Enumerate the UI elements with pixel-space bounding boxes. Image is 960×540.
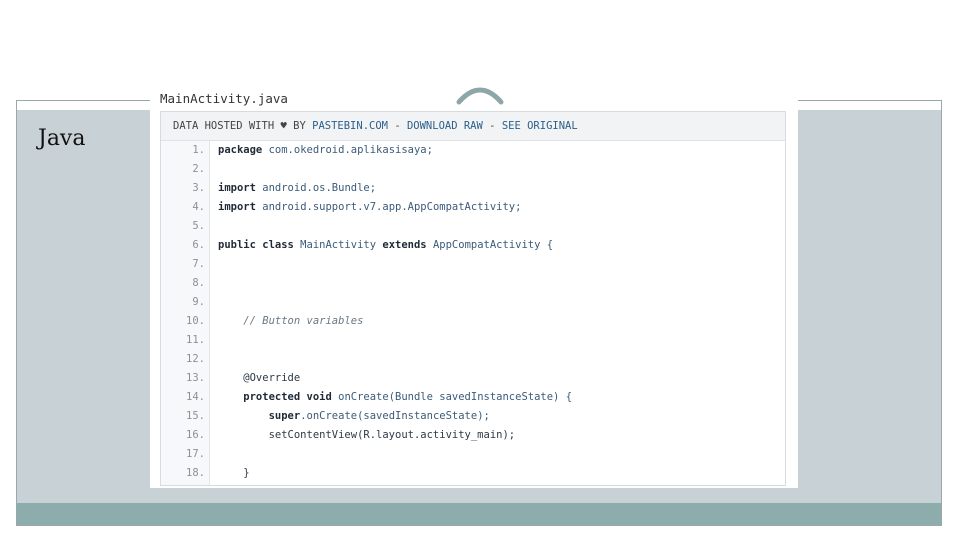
code-token: super — [218, 410, 301, 422]
line-number: 14. — [186, 391, 205, 403]
code-token: .onCreate(savedInstanceState); — [300, 410, 490, 422]
separator: - — [394, 120, 401, 132]
hosted-with-text: DATA HOSTED WITH — [173, 120, 275, 132]
code-token: setContentView(R.layout.activity_main); — [218, 429, 516, 441]
paste-header: DATA HOSTED WITH ♥ BY PASTEBIN.COM - DOW… — [161, 112, 785, 141]
separator: - — [489, 120, 496, 132]
pastebin-link[interactable]: PASTEBIN.COM — [312, 120, 388, 132]
code-token: // Button variables — [218, 315, 364, 327]
line-number: 6. — [192, 239, 205, 251]
code-token: import — [218, 182, 256, 194]
line-number: 8. — [192, 277, 205, 289]
line-number: 3. — [192, 182, 205, 194]
code-line: 2. — [161, 160, 785, 179]
code-text: import android.os.Bundle; — [218, 179, 376, 198]
code-text: } — [218, 464, 250, 483]
code-token: onCreate(Bundle savedInstanceState) { — [331, 391, 573, 403]
code-listing: 1. package com.okedroid.aplikasisaya; 2. 3.… — [161, 141, 785, 485]
code-token: AppCompatActivity { — [426, 239, 554, 251]
code-line: 13. @Override — [161, 369, 785, 388]
line-number: 2. — [192, 163, 205, 175]
code-line: 1. package com.okedroid.aplikasisaya; — [161, 141, 785, 160]
code-token: public class — [218, 239, 294, 251]
line-number: 7. — [192, 258, 205, 270]
code-line: 8. — [161, 274, 785, 293]
code-text: package com.okedroid.aplikasisaya; — [218, 141, 433, 160]
slide-title: Java — [38, 126, 86, 151]
code-token: MainActivity — [293, 239, 383, 251]
line-number: 4. — [192, 201, 205, 213]
heart-icon: ♥ — [280, 120, 287, 132]
code-text: @Override — [218, 369, 300, 388]
code-token: com.okedroid.aplikasisaya; — [262, 144, 433, 156]
code-text: public class MainActivity extends AppCom… — [218, 236, 553, 255]
code-token: android.os.Bundle; — [255, 182, 377, 194]
code-token: protected void — [218, 391, 332, 403]
slide-footer-bar — [17, 503, 941, 525]
code-line: 6. public class MainActivity extends AppC… — [161, 236, 785, 255]
code-token: android.support.v7.app.AppCompatActivity… — [255, 201, 522, 213]
code-line: 12. — [161, 350, 785, 369]
code-line: 16. setContentView(R.layout.activity_mai… — [161, 426, 785, 445]
code-token: package — [218, 144, 263, 156]
line-number: 5. — [192, 220, 205, 232]
line-number: 1. — [192, 144, 205, 156]
line-number: 10. — [186, 315, 205, 327]
code-token: import — [218, 201, 256, 213]
pastebin-embed: DATA HOSTED WITH ♥ BY PASTEBIN.COM - DOW… — [160, 111, 786, 486]
see-original-link[interactable]: SEE ORIGINAL — [502, 120, 578, 132]
code-text: // Button variables — [218, 312, 363, 331]
code-line: 18. } — [161, 464, 785, 483]
line-number: 15. — [186, 410, 205, 422]
line-number: 17. — [186, 448, 205, 460]
code-token: extends — [382, 239, 427, 251]
code-line: 11. — [161, 331, 785, 350]
by-text: BY — [293, 120, 306, 132]
arc-ornament-icon — [456, 87, 504, 105]
code-line: 4. import android.support.v7.app.AppCompa… — [161, 198, 785, 217]
code-line: 5. — [161, 217, 785, 236]
file-name-label: MainActivity.java — [160, 91, 288, 106]
line-number: 16. — [186, 429, 205, 441]
line-number: 18. — [186, 467, 205, 479]
code-line: 7. — [161, 255, 785, 274]
code-token: @Override — [218, 372, 301, 384]
download-raw-link[interactable]: DOWNLOAD RAW — [407, 120, 483, 132]
line-number: 11. — [186, 334, 205, 346]
code-line: 14. protected void onCreate(Bundle saved… — [161, 388, 785, 407]
code-line: 10. // Button variables — [161, 312, 785, 331]
code-line: 3. import android.os.Bundle; — [161, 179, 785, 198]
code-text: protected void onCreate(Bundle savedInst… — [218, 388, 572, 407]
code-text: import android.support.v7.app.AppCompatA… — [218, 198, 521, 217]
line-number: 9. — [192, 296, 205, 308]
code-text: setContentView(R.layout.activity_main); — [218, 426, 516, 445]
code-text: super.onCreate(savedInstanceState); — [218, 407, 490, 426]
line-number: 12. — [186, 353, 205, 365]
code-line: 15. super.onCreate(savedInstanceState); — [161, 407, 785, 426]
code-line: 9. — [161, 293, 785, 312]
code-token: } — [218, 467, 250, 479]
line-number: 13. — [186, 372, 205, 384]
code-line: 17. — [161, 445, 785, 464]
